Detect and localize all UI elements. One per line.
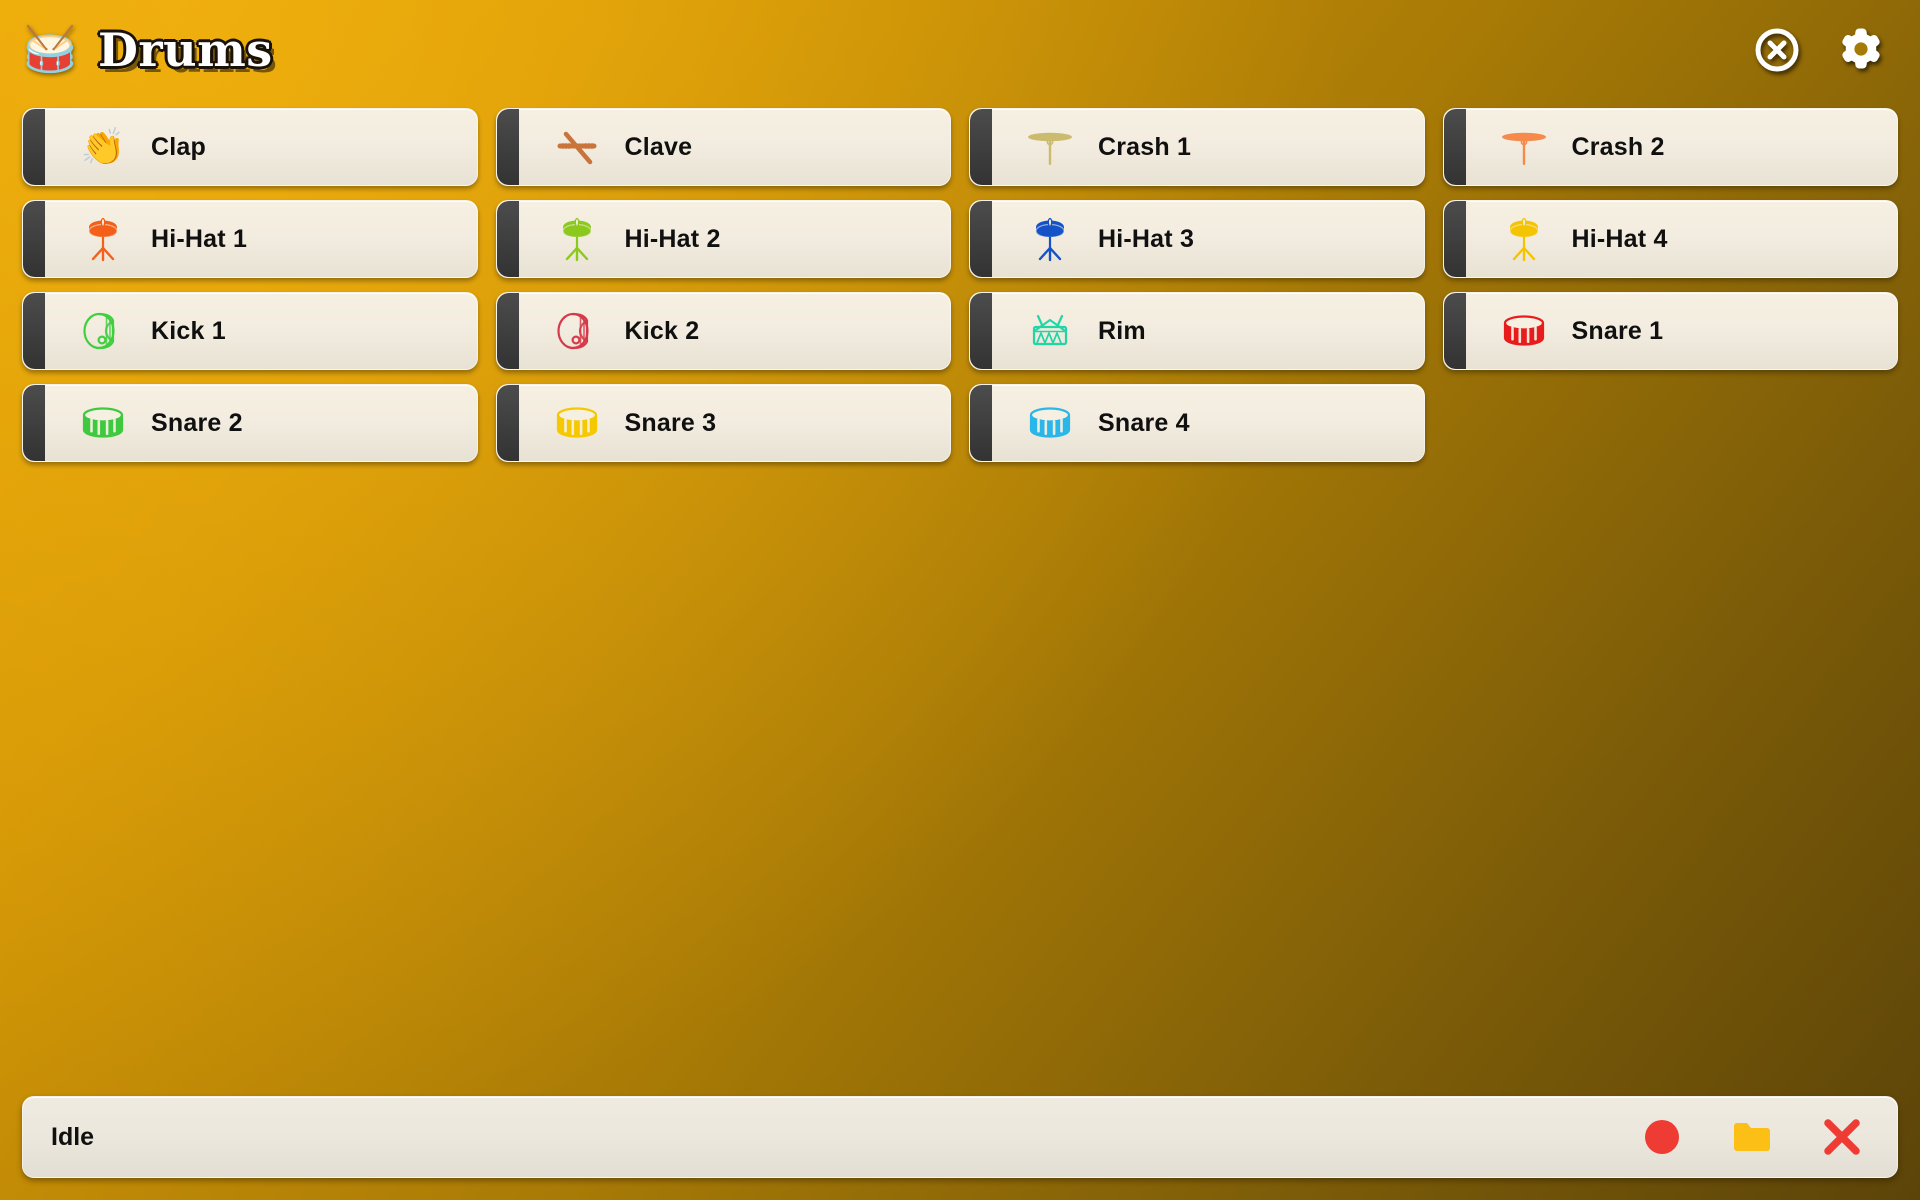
pad-label: Hi-Hat 2: [624, 224, 721, 253]
pad-accent-tab: [23, 109, 45, 185]
pad-accent-tab: [496, 109, 519, 185]
pad-label: Kick 2: [624, 316, 700, 345]
app-header: 🥁 Drums: [0, 0, 1920, 100]
status-actions: [1639, 1114, 1865, 1160]
pad-accent-tab: [1443, 293, 1466, 369]
drum-icon: 🥁: [22, 25, 78, 74]
hi-hat-icon: [1022, 211, 1078, 267]
pad-label: Clave: [624, 132, 693, 161]
folder-icon: [1734, 1123, 1770, 1151]
record-button[interactable]: [1639, 1114, 1685, 1160]
pad-accent-tab: [496, 293, 519, 369]
pad-accent-tab: [1443, 201, 1466, 277]
page-title: Drums: [98, 23, 273, 77]
drum-pad[interactable]: Snare 2: [22, 384, 478, 462]
pad-label: Kick 1: [151, 316, 226, 345]
pad-accent-tab: [496, 201, 519, 277]
drum-pad[interactable]: Hi-Hat 3: [969, 200, 1425, 278]
pad-accent-tab: [970, 293, 992, 369]
status-text: Idle: [51, 1122, 95, 1151]
crash-cymbal-icon: [1496, 119, 1552, 175]
pad-label: Crash 2: [1571, 132, 1665, 161]
drum-pad[interactable]: Crash 1: [969, 108, 1425, 186]
pad-accent-tab: [970, 385, 992, 461]
crash-cymbal-icon: [1022, 119, 1078, 175]
header-actions: [1750, 23, 1890, 77]
pad-accent-tab: [970, 201, 992, 277]
pad-accent-tab: [1443, 109, 1466, 185]
clear-button[interactable]: [1819, 1114, 1865, 1160]
pad-label: Hi-Hat 3: [1098, 224, 1195, 253]
pad-label: Hi-Hat 1: [151, 224, 248, 253]
open-folder-button[interactable]: [1729, 1114, 1775, 1160]
pad-accent-tab: [496, 385, 519, 461]
record-circle-icon: [1645, 1120, 1679, 1154]
drum-pad[interactable]: Snare 1: [1442, 292, 1898, 370]
pad-label: Snare 4: [1098, 408, 1190, 437]
hi-hat-icon: [1496, 211, 1552, 267]
drum-pad[interactable]: Hi-Hat 4: [1442, 200, 1898, 278]
drum-pad[interactable]: Clave: [495, 108, 951, 186]
pad-label: Hi-Hat 4: [1571, 224, 1668, 253]
drum-pad[interactable]: 👏 Clap: [22, 108, 478, 186]
pad-label: Crash 1: [1098, 132, 1192, 161]
snare-drum-icon: [75, 395, 131, 451]
drum-pad[interactable]: Kick 1: [22, 292, 478, 370]
clap-hands-icon: 👏: [80, 126, 126, 167]
pad-label: Snare 3: [624, 408, 717, 437]
drum-pad[interactable]: Crash 2: [1442, 108, 1898, 186]
drum-pad[interactable]: Hi-Hat 1: [22, 200, 478, 278]
status-bar: Idle: [22, 1096, 1898, 1178]
drum-pad[interactable]: Kick 2: [495, 292, 951, 370]
drum-pad[interactable]: Rim: [969, 292, 1425, 370]
clave-sticks-icon: [549, 119, 605, 175]
pad-label: Clap: [151, 132, 206, 161]
close-circle-icon: [1755, 28, 1799, 72]
hi-hat-icon: [75, 211, 131, 267]
pad-label: Snare 1: [1571, 316, 1664, 345]
snare-drum-icon: [549, 395, 605, 451]
pad-accent-tab: [23, 385, 45, 461]
gear-icon: [1842, 28, 1880, 69]
kick-drum-icon: [549, 303, 605, 359]
pad-accent-tab: [23, 293, 45, 369]
drum-pad-grid: 👏 Clap Clave Crash 1 Crash 2 Hi-Hat 1 Hi…: [22, 108, 1898, 462]
pad-label: Snare 2: [151, 408, 243, 437]
rim-shot-icon: [1022, 303, 1078, 359]
drum-pad[interactable]: Snare 3: [495, 384, 951, 462]
drum-pad[interactable]: Snare 4: [969, 384, 1425, 462]
close-x-icon: [1824, 1119, 1860, 1155]
close-button[interactable]: [1750, 23, 1804, 77]
pad-label: Rim: [1098, 316, 1146, 345]
kick-drum-icon: [75, 303, 131, 359]
snare-drum-icon: [1496, 303, 1552, 359]
settings-button[interactable]: [1836, 23, 1890, 77]
hi-hat-icon: [549, 211, 605, 267]
snare-drum-icon: [1022, 395, 1078, 451]
pad-accent-tab: [970, 109, 992, 185]
drum-pad[interactable]: Hi-Hat 2: [495, 200, 951, 278]
pad-accent-tab: [23, 201, 45, 277]
